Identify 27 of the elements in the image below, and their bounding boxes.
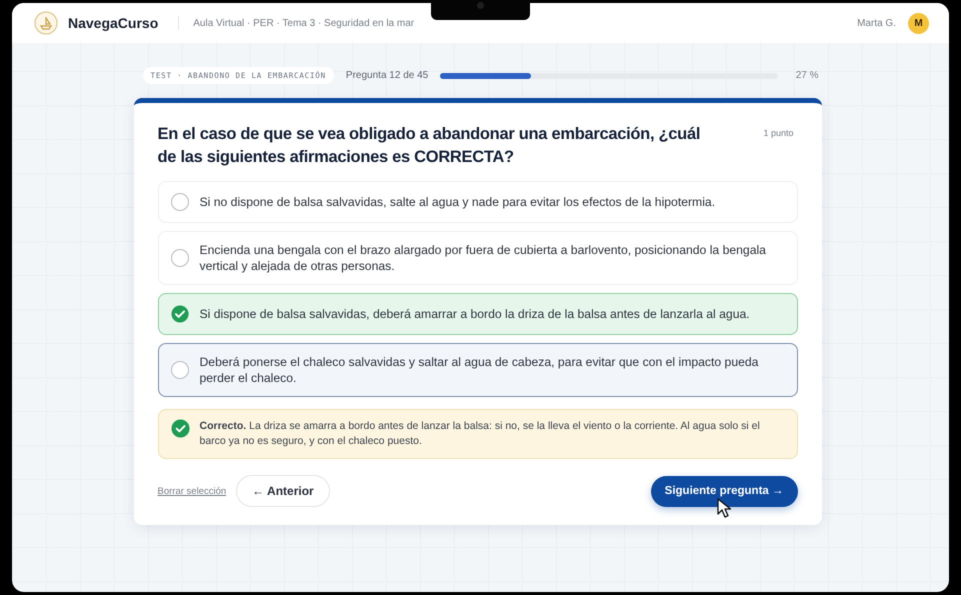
user-avatar[interactable]: M xyxy=(908,12,929,34)
option-text: Si no dispone de balsa salvavidas, salte al agua y nade para evitar los efectos de la hipotermia. xyxy=(200,194,716,210)
answer-option[interactable]: Si no dispone de balsa salvavidas, salte al agua y nade para evitar los efectos de la hipotermia. xyxy=(158,181,798,223)
cursor-icon xyxy=(716,498,731,518)
next-button[interactable]: Siguiente pregunta → xyxy=(650,476,798,506)
answer-option[interactable]: Si dispone de balsa salvavidas, deberá amarrar a bordo la driza de la balsa antes de lanzarla al agua. xyxy=(158,293,798,335)
check-icon xyxy=(170,305,188,323)
clear-selection-link[interactable]: Borrar selección xyxy=(158,486,226,496)
user-name: Marta G. xyxy=(857,18,896,28)
question-points: 1 punto xyxy=(763,128,794,138)
progress-percent: 27 % xyxy=(796,70,818,81)
option-text: Deberá ponerse el chaleco salvavidas y saltar al agua de cabeza, para evitar que con el impacto pueda perder el chaleco. xyxy=(200,354,760,386)
option-text: Encienda una bengala con el brazo alargado por fuera de cubierta a barlovento, posicionando la bengala vertical y alejada de otras personas. xyxy=(200,242,767,274)
app-name: NavegaCurso xyxy=(68,15,158,31)
option-text: Si dispone de balsa salvavidas, deberá amarrar a bordo la driza de la balsa antes de lanzarla al agua. xyxy=(200,306,750,322)
previous-button[interactable]: ← Anterior xyxy=(236,475,330,507)
radio-button[interactable] xyxy=(170,193,188,211)
question-counter: Pregunta 12 de 45 xyxy=(346,70,428,81)
answer-option[interactable]: Encienda una bengala con el brazo alargado por fuera de cubierta a barlovento, posicionando la bengala vertical y alejada de otras personas. xyxy=(158,231,798,285)
question-text: En el caso de que se vea obligado a abandonar una embarcación, ¿cuál de las siguientes afirmaciones es CORRECTA? xyxy=(158,124,702,168)
logo-icon xyxy=(34,11,58,35)
answer-option[interactable]: Deberá ponerse el chaleco salvavidas y saltar al agua de cabeza, para evitar que con el impacto pueda perder el chaleco. xyxy=(158,343,798,397)
check-icon xyxy=(170,419,190,438)
radio-button[interactable] xyxy=(170,249,188,267)
radio-button[interactable] xyxy=(170,361,188,379)
breadcrumb: Aula Virtual · PER · Tema 3 · Seguridad en la mar xyxy=(193,18,414,28)
feedback-text: Correcto. La driza se amarra a bordo antes de lanzar la balsa: si no, se la lleva el viento o la corriente. Al agua solo si el barco ya no es seguro, y con el chaleco puesto. xyxy=(200,419,761,449)
